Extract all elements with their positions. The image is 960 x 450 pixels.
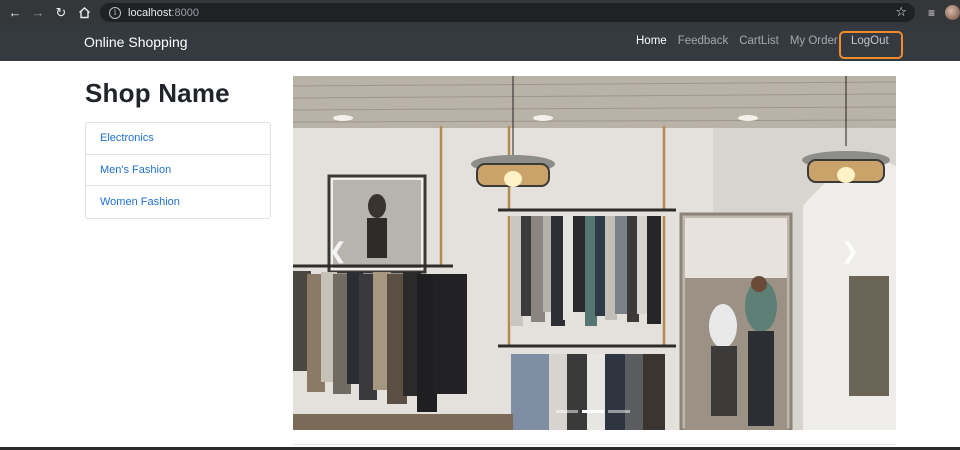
category-list: Electronics Men's Fashion Women Fashion (85, 122, 271, 219)
url-port: :8000 (171, 6, 199, 19)
media-queue-icon[interactable]: ≡ (928, 6, 935, 20)
site-info-icon[interactable]: i (109, 6, 121, 19)
chevron-left-icon[interactable]: ❮ (323, 236, 353, 266)
nav-link-feedback[interactable]: Feedback (678, 35, 729, 47)
profile-avatar[interactable] (945, 5, 960, 20)
home-icon[interactable] (76, 5, 92, 21)
nav-links: Home Feedback CartList My Order (636, 35, 849, 47)
carousel-indicators (556, 410, 634, 413)
image-carousel: ❮ ❯ (293, 76, 896, 430)
url-host: localhost (128, 6, 172, 19)
back-arrow-icon[interactable]: ← (7, 5, 23, 21)
divider (293, 444, 896, 445)
carousel-slide-image (293, 76, 896, 430)
navbar-brand[interactable]: Online Shopping (84, 34, 188, 50)
chevron-right-icon[interactable]: ❯ (835, 236, 865, 266)
category-electronics[interactable]: Electronics (86, 123, 270, 155)
category-mens-fashion[interactable]: Men's Fashion (86, 155, 270, 186)
browser-toolbar: ← → ↻ i localhost:8000 ☆ ≡ (0, 0, 960, 25)
carousel-indicator[interactable] (608, 410, 630, 413)
address-url: localhost:8000 (128, 7, 199, 19)
reload-icon[interactable]: ↻ (53, 5, 69, 21)
bookmark-star-icon[interactable]: ☆ (895, 4, 907, 20)
site-navbar: Online Shopping Home Feedback CartList M… (0, 25, 960, 61)
nav-link-logout[interactable]: LogOut (851, 35, 889, 47)
shop-name-heading: Shop Name (85, 78, 230, 108)
forward-arrow-icon[interactable]: → (30, 5, 46, 21)
nav-link-my-order[interactable]: My Order (790, 35, 838, 47)
carousel-indicator-active[interactable] (582, 410, 604, 413)
carousel-indicator[interactable] (556, 410, 578, 413)
category-women-fashion[interactable]: Women Fashion (86, 186, 270, 218)
nav-link-home[interactable]: Home (636, 35, 667, 47)
address-bar[interactable]: i localhost:8000 ☆ (100, 3, 915, 22)
nav-link-cartlist[interactable]: CartList (739, 35, 779, 47)
